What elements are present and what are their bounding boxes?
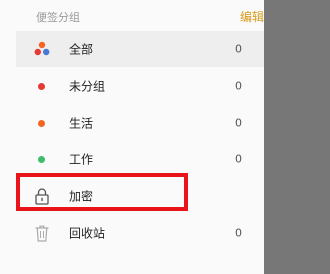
drawer-title: 便签分组 <box>36 11 80 24</box>
all-groups-icon <box>34 41 50 56</box>
group-count: 0 <box>235 42 242 56</box>
highlight-box <box>16 173 188 211</box>
green-dot-icon <box>38 155 45 163</box>
group-item-ungrouped[interactable]: 未分组 0 <box>16 68 264 104</box>
drawer-header: 便签分组 编辑 <box>36 7 264 27</box>
group-item-work[interactable]: 工作 0 <box>16 141 264 177</box>
group-drawer: 便签分组 编辑 全部 0 未分组 0 生活 0 工作 0 加密 回收站 0 <box>16 0 264 274</box>
group-count: 0 <box>235 116 242 130</box>
group-count: 0 <box>235 226 242 240</box>
trash-icon <box>35 225 49 242</box>
dim-overlay[interactable] <box>264 0 330 274</box>
group-label: 生活 <box>69 116 94 131</box>
group-label: 工作 <box>69 152 94 167</box>
group-label: 未分组 <box>69 79 106 94</box>
orange-dot-icon <box>38 119 45 127</box>
group-label: 回收站 <box>69 226 106 241</box>
red-dot-icon <box>38 82 45 90</box>
group-item-all[interactable]: 全部 0 <box>16 31 264 67</box>
group-item-life[interactable]: 生活 0 <box>16 105 264 141</box>
group-label: 全部 <box>69 42 94 57</box>
group-item-trash[interactable]: 回收站 0 <box>16 215 264 251</box>
group-count: 0 <box>235 79 242 93</box>
group-count: 0 <box>235 152 242 166</box>
left-margin <box>0 0 16 274</box>
edit-button[interactable]: 编辑 <box>240 8 264 25</box>
